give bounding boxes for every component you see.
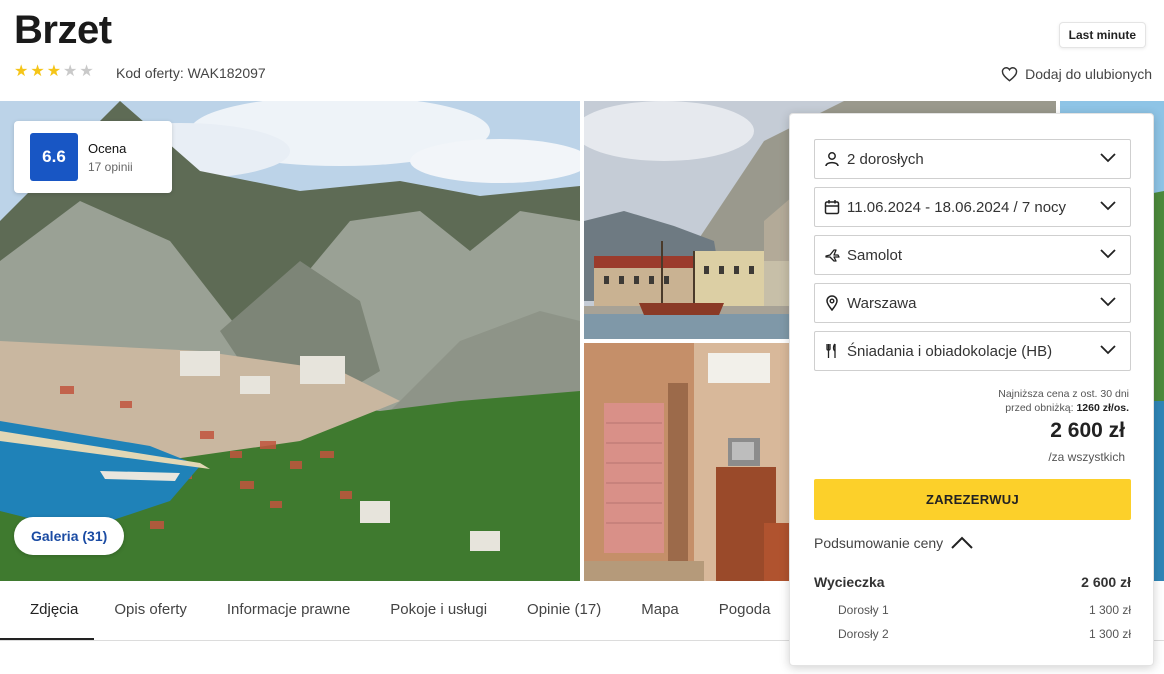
star-rating: ★ ★ ★ ★ ★ [14, 64, 94, 80]
person-price: 1 300 zł [1088, 627, 1131, 641]
star-icon: ★ [14, 63, 29, 80]
offer-code: Kod oferty: WAK182097 [116, 65, 266, 81]
rating-label: Ocena [88, 140, 127, 156]
star-icon: ★ [46, 63, 62, 80]
board-value: Śniadania i obiadokolacje (HB) [847, 342, 1053, 360]
person-icon [823, 150, 841, 168]
departure-select[interactable]: Warszawa [814, 283, 1131, 323]
transport-select[interactable]: Samolot [814, 235, 1131, 275]
dates-select[interactable]: 11.06.2024 - 18.06.2024 / 7 nocy [814, 187, 1131, 227]
lowest-price-note: Najniższa cena z ost. 30 dni przed obniż… [998, 387, 1129, 415]
trip-row: Wycieczka 2 600 zł [814, 574, 1131, 590]
chevron-up-icon [951, 536, 973, 549]
dates-value: 11.06.2024 - 18.06.2024 / 7 nocy [847, 198, 1067, 216]
tab-map[interactable]: Mapa [621, 581, 699, 640]
lowest-price-line1: Najniższa cena z ost. 30 dni [998, 388, 1129, 400]
location-pin-icon [823, 294, 841, 312]
favorites-label: Dodaj do ulubionych [1025, 66, 1152, 82]
board-select[interactable]: Śniadania i obiadokolacje (HB) [814, 331, 1131, 371]
chevron-down-icon [1100, 342, 1118, 360]
gallery-button[interactable]: Galeria (31) [14, 517, 125, 555]
calendar-icon [823, 198, 841, 216]
add-to-favorites-button[interactable]: Dodaj do ulubionych [1001, 66, 1152, 82]
person-row: Dorosły 2 1 300 zł [838, 627, 1131, 641]
lowest-price-line2: przed obniżką: [1005, 402, 1074, 414]
travelers-value: 2 dorosłych [847, 150, 924, 168]
person-price: 1 300 zł [1088, 603, 1131, 617]
trip-total: 2 600 zł [1081, 574, 1131, 590]
chevron-down-icon [1100, 246, 1118, 264]
star-icon: ★ [79, 63, 94, 80]
cutlery-icon [823, 342, 841, 360]
summary-label: Podsumowanie ceny [814, 535, 944, 551]
book-button[interactable]: ZAREZERWUJ [814, 479, 1131, 520]
tab-reviews[interactable]: Opinie (17) [507, 581, 621, 640]
chevron-down-icon [1100, 198, 1118, 216]
tab-legal[interactable]: Informacje prawne [207, 581, 370, 640]
travelers-select[interactable]: 2 dorosłych [814, 139, 1131, 179]
tab-description[interactable]: Opis oferty [94, 581, 207, 640]
transport-value: Samolot [847, 246, 903, 264]
person-label: Dorosły 2 [838, 627, 889, 641]
reviews-count: 17 opinii [88, 159, 133, 174]
person-row: Dorosły 1 1 300 zł [838, 603, 1131, 617]
total-price: 2 600 zł [1050, 419, 1125, 442]
lowest-price-value: 1260 zł/os. [1076, 402, 1129, 414]
tab-weather[interactable]: Pogoda [699, 581, 791, 640]
trip-label: Wycieczka [814, 574, 885, 590]
tab-rooms[interactable]: Pokoje i usługi [370, 581, 507, 640]
price-note: /za wszystkich [1048, 450, 1125, 464]
airplane-icon [823, 246, 841, 264]
last-minute-badge: Last minute [1058, 22, 1146, 48]
person-label: Dorosły 1 [838, 603, 889, 617]
hotel-title: Brzet [14, 8, 112, 52]
departure-value: Warszawa [847, 294, 917, 312]
heart-icon [1001, 67, 1018, 82]
rating-card[interactable]: 6.6 Ocena 17 opinii [14, 121, 172, 193]
price-summary-toggle[interactable]: Podsumowanie ceny [814, 535, 973, 551]
chevron-down-icon [1100, 294, 1118, 312]
chevron-down-icon [1100, 150, 1118, 168]
booking-panel: 2 dorosłych 11.06.2024 - 18.06.2024 / 7 … [789, 113, 1154, 666]
star-icon: ★ [63, 63, 78, 80]
star-icon: ★ [30, 63, 45, 80]
rating-score: 6.6 [30, 133, 78, 181]
tab-photos[interactable]: Zdjęcia [0, 581, 95, 640]
